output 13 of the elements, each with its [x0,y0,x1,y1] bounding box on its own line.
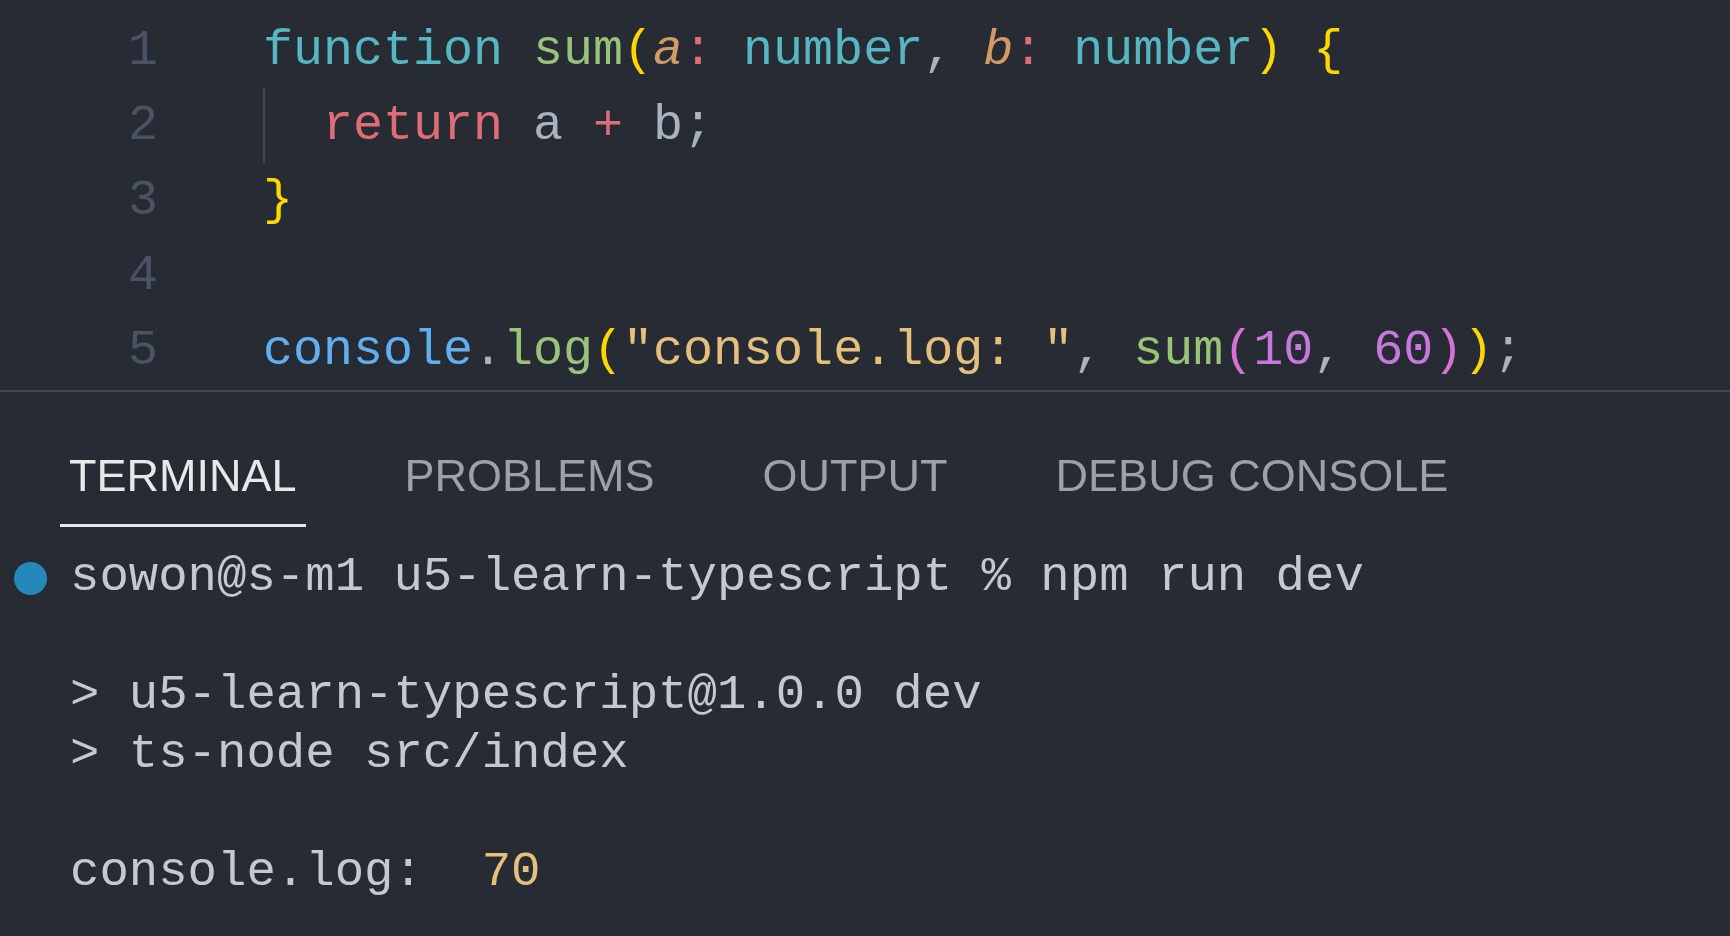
panel-tab[interactable]: OUTPUT [753,432,957,527]
terminal-output: > ts-node src/index [70,725,629,785]
code-line: } [263,171,293,231]
panel-tab[interactable]: PROBLEMS [395,432,664,527]
result-value: 70 [481,843,541,903]
terminal-output: console.log: [70,843,424,903]
code-line: return a + b; [323,96,714,156]
terminal-command: sowon@s-m1 u5-learn-typescript % npm run dev [70,548,1364,608]
panel-tab[interactable]: TERMINAL [60,432,306,527]
code-line: console.log("console.log: ", sum(10, 60)); [263,321,1524,381]
code-line: function sum(a: number, b: number) { [263,21,1344,81]
terminal-output: > u5-learn-typescript@1.0.0 dev [70,666,982,726]
panel-tab[interactable]: DEBUG CONSOLE [1046,432,1458,527]
